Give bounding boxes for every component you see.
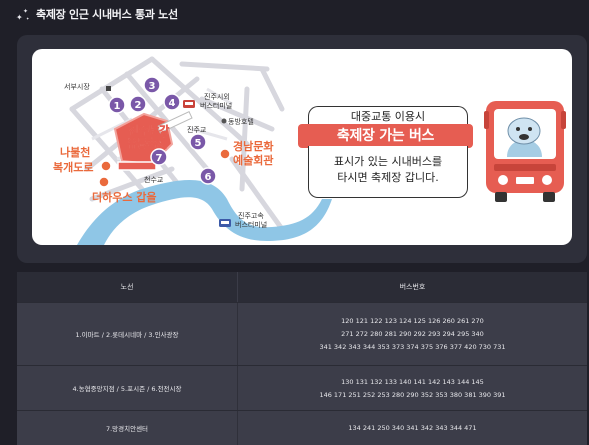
jinju-terminal-label-1: 진주시외 [204, 92, 230, 101]
jinju-terminal-label-2: 버스터미널 [200, 101, 232, 110]
bus-cell: 130 131 132 133 140 141 142 143 144 145 … [238, 366, 587, 410]
stop-marker-6[interactable]: 6 [199, 167, 217, 185]
header-bus: 버스번호 [399, 283, 426, 291]
thehouse-dot [98, 176, 110, 188]
bus-route-table: 노선 버스번호 1.이마트 / 2.롯데시네마 / 3.인사광장 120 121… [17, 272, 587, 445]
hotel-icon [221, 118, 227, 124]
stop-marker-2[interactable]: 2 [129, 95, 147, 113]
seobu-market-label: 서부시장 [64, 82, 90, 91]
header-route: 노선 [17, 272, 238, 302]
svg-text:5: 5 [195, 138, 202, 149]
table-row: 4.농협중앙지점 / 5.포시즌 / 6.천전시장 130 131 132 13… [17, 365, 587, 410]
seobu-market-pin [106, 86, 111, 91]
gyeongnam-label-1: 경남문화 [233, 139, 273, 153]
route-cell: 7.망경치안센터 [17, 411, 238, 445]
bus-terminal-icon [183, 100, 195, 108]
notice-top: 대중교통 이용시 [308, 106, 468, 126]
notice-line-1: 표시가 있는 시내버스를 [333, 155, 443, 168]
dongbang-hotel-label: 동방호텔 [228, 117, 254, 126]
cheonsugyo-label: 천수교 [144, 175, 164, 184]
svg-text:1: 1 [114, 101, 121, 112]
bus-line: 271 272 280 281 290 292 293 294 295 340 [341, 330, 484, 338]
table-row: 1.이마트 / 2.롯데시네마 / 3.인사광장 120 121 122 123… [17, 302, 587, 365]
stop-marker-7[interactable]: 7 [150, 148, 168, 166]
festival-label-2: 유등축제 [127, 136, 167, 150]
bus-cell: 134 241 250 340 341 342 343 344 471 [238, 411, 587, 445]
cheonsugyo-bridge [117, 161, 157, 171]
bus-line: 146 171 251 252 253 280 290 352 353 380 … [319, 390, 506, 399]
stop-marker-3[interactable]: 3 [143, 76, 161, 94]
express-terminal-label-1: 진주고속 [238, 211, 264, 220]
svg-text:7: 7 [156, 153, 163, 164]
nabulcheon-dot [100, 160, 112, 172]
bus-character-icon [484, 101, 566, 202]
svg-text:2: 2 [135, 100, 142, 111]
express-terminal-label-2: 버스터미널 [235, 220, 267, 229]
notice-highlight: 축제장 가는 버스 [298, 124, 473, 148]
notice-body: 표시가 있는 시내버스를 타시면 축제장 갑니다. [308, 146, 468, 198]
notice-line-2: 타시면 축제장 갑니다. [337, 171, 439, 184]
svg-text:4: 4 [169, 98, 176, 109]
jinjugyo-label: 진주교 [187, 125, 207, 134]
notice-box: 대중교통 이용시 축제장 가는 버스 표시가 있는 시내버스를 타시면 축제장 … [298, 106, 473, 198]
bus-cell: 120 121 122 123 124 125 126 260 261 270 … [238, 303, 587, 365]
bus-line: 341 342 343 344 353 373 374 375 376 377 … [319, 343, 506, 351]
route-cell: 1.이마트 / 2.롯데시네마 / 3.인사광장 [17, 303, 238, 365]
gyeongnam-label-2: 예술회관 [233, 153, 273, 167]
stop-marker-5[interactable]: 5 [189, 133, 207, 151]
svg-text:3: 3 [149, 81, 156, 92]
stop-marker-4[interactable]: 4 [163, 93, 181, 111]
page-title: 축제장 인근 시내버스 통과 노선 [36, 8, 178, 21]
page-header: ✦ ✦ ✦ 축제장 인근 시내버스 통과 노선 [14, 4, 178, 24]
bus-line: 134 241 250 340 341 342 343 344 471 [348, 424, 477, 432]
route-map: 1 2 3 4 5 6 7 서부시장 진주시외 버스터미널 동방호텔 진주교 천… [32, 49, 572, 245]
table-header: 노선 버스번호 [17, 272, 587, 302]
festival-label-1: 진주남강 [129, 123, 169, 137]
route-cell: 4.농협중앙지점 / 5.포시즌 / 6.천전시장 [17, 366, 238, 410]
svg-text:6: 6 [205, 172, 212, 183]
table-row: 7.망경치안센터 134 241 250 340 341 342 343 344… [17, 410, 587, 445]
stop-marker-1[interactable]: 1 [108, 96, 126, 114]
bus-line: 120 121 122 123 124 125 126 260 261 270 [341, 317, 484, 325]
gyeongnam-dot [219, 148, 231, 160]
bus-line: 130 131 132 133 140 141 142 143 144 145 [341, 377, 484, 386]
nabulcheon-label-1: 나불천 [60, 145, 90, 159]
nabulcheon-label-2: 복개도로 [53, 160, 93, 174]
express-bus-icon [219, 219, 231, 227]
thehouse-label: 더하우스 갑을 [92, 190, 157, 204]
sparkle-icon: ✦ ✦ ✦ [16, 8, 30, 22]
